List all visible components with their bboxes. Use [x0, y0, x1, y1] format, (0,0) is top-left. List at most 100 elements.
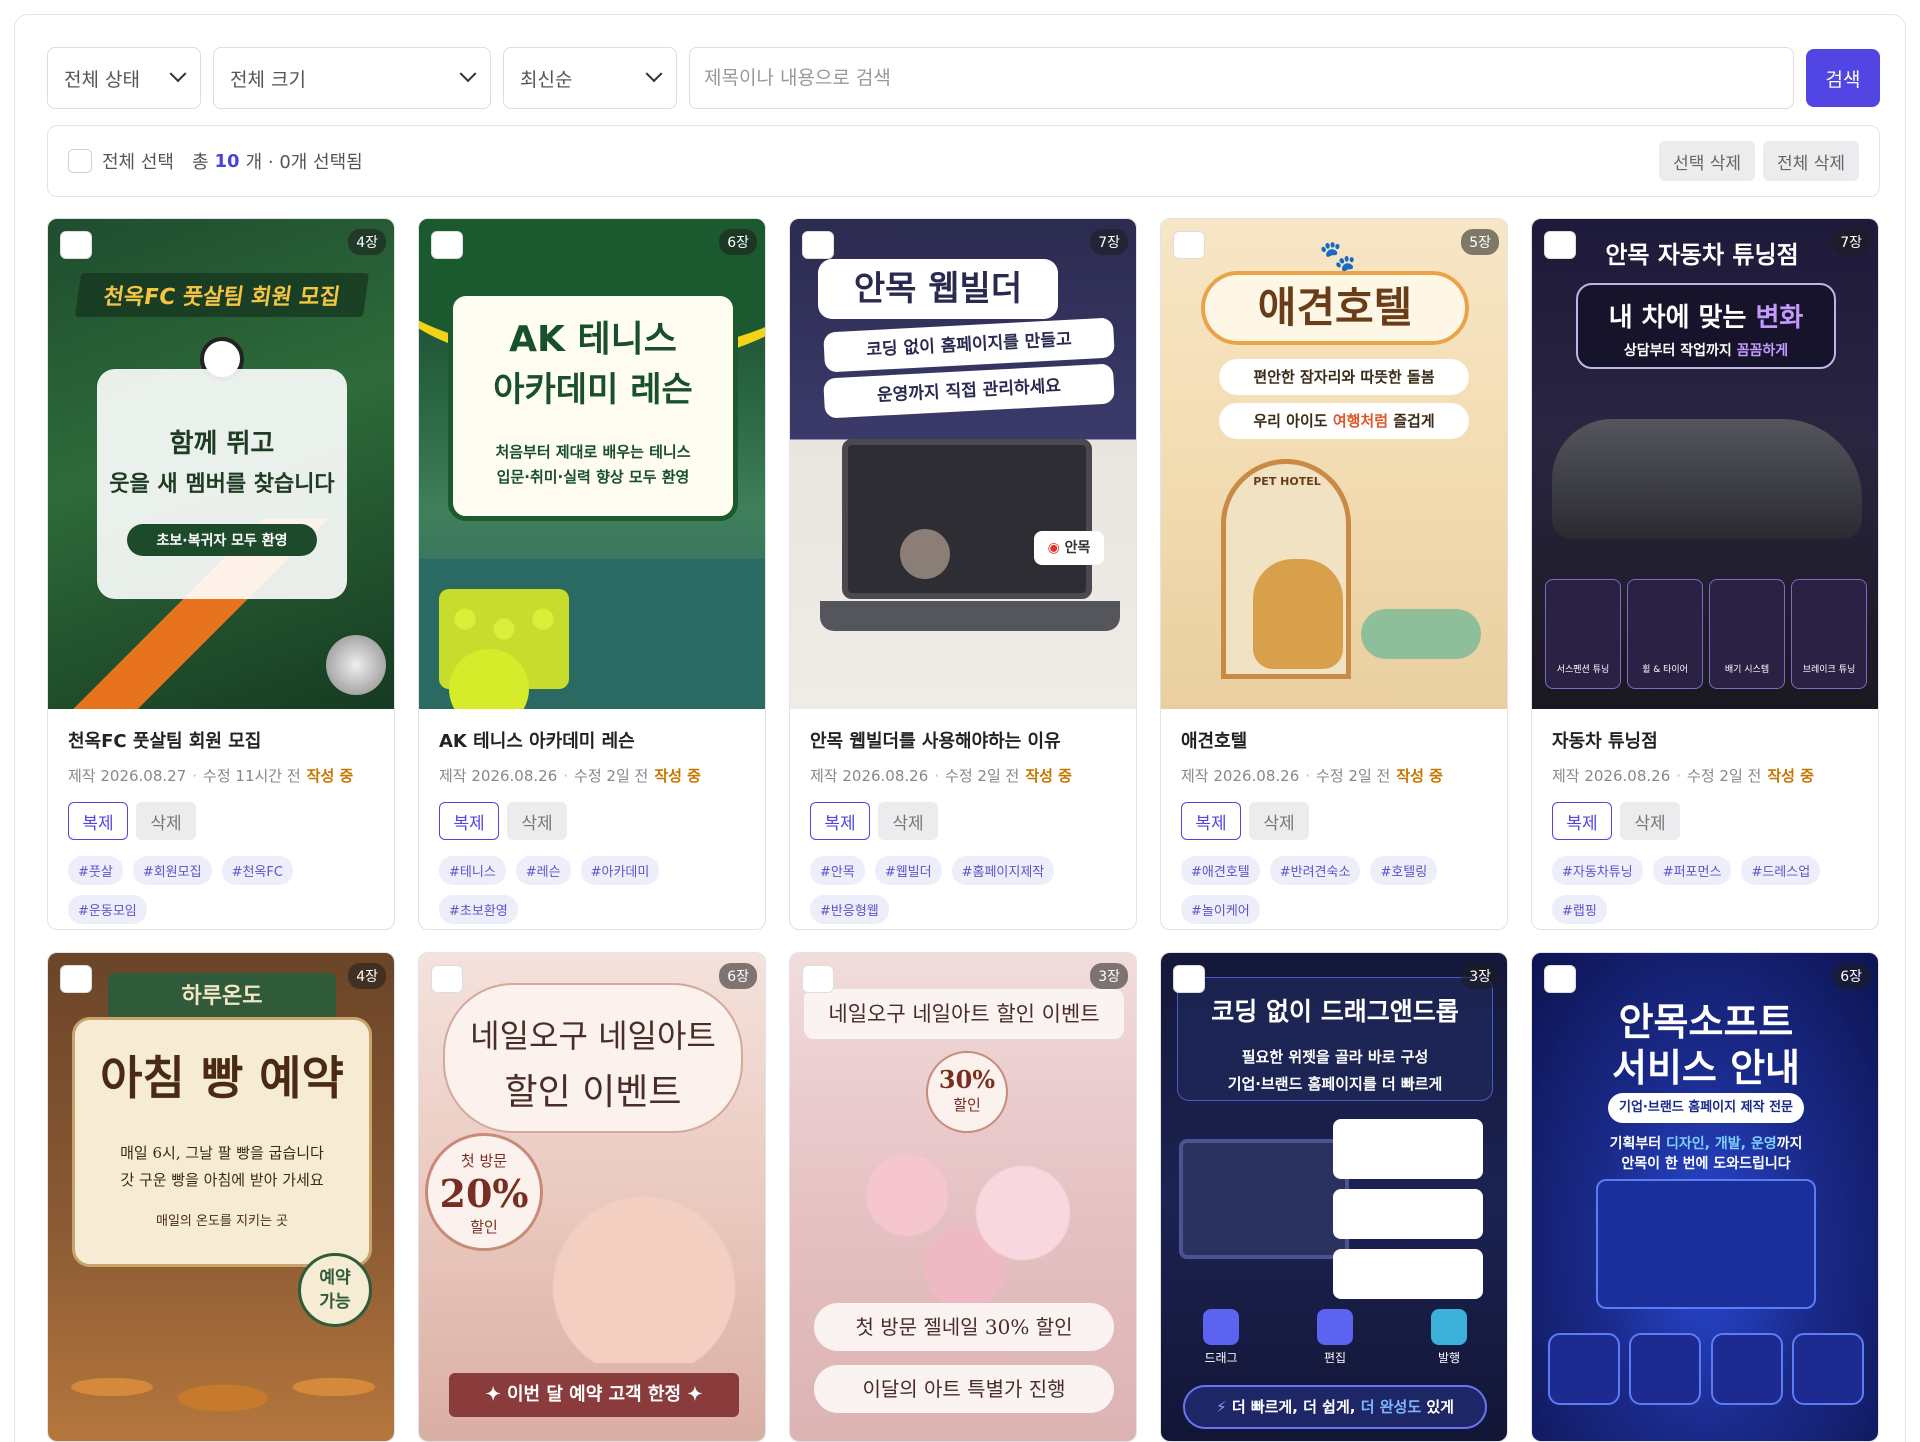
card-title: 천옥FC 풋살팀 회원 모집 [68, 731, 262, 752]
tag[interactable]: #천옥FC [221, 856, 293, 885]
select-all-label: 전체 선택 [102, 152, 174, 173]
paw-icon: 🐾 [1319, 239, 1357, 274]
card-checkbox[interactable] [1544, 965, 1576, 993]
tag[interactable]: #홈페이지제작 [951, 856, 1055, 885]
copy-button[interactable]: 복제 [439, 802, 499, 840]
card-thumbnail[interactable]: 안목 자동차 튜닝점 내 차에 맞는 변화 상담부터 작업까지 꼼꼼하게 서스펜… [1532, 219, 1878, 709]
status-badge: 작성 중 [1025, 767, 1072, 785]
tag[interactable]: #테니스 [439, 856, 506, 885]
tag[interactable]: #풋살 [68, 856, 123, 885]
exhaust-part: 배기 시스템 [1709, 579, 1785, 689]
delete-button[interactable]: 삭제 [1620, 802, 1680, 840]
project-card[interactable]: 안목 자동차 튜닝점 내 차에 맞는 변화 상담부터 작업까지 꼼꼼하게 서스펜… [1531, 218, 1879, 930]
page-count-badge: 3장 [1461, 963, 1499, 989]
card-thumbnail[interactable]: 안목 웹빌더 코딩 없이 홈페이지를 만들고 운영까지 직접 관리하세요 ◉ 안… [790, 219, 1136, 709]
project-card[interactable]: 🐾 애견호텔 편안한 잠자리와 따뜻한 돌봄 우리 아이도 여행처럼 즐겁게 P… [1160, 218, 1508, 930]
suspension-part: 서스펜션 튜닝 [1545, 579, 1621, 689]
card-checkbox[interactable] [60, 231, 92, 259]
tag[interactable]: #드레스업 [1741, 856, 1821, 885]
card-thumbnail[interactable]: 네일오구 네일아트 할인 이벤트 첫 방문 20% 할인 ✦ 이번 달 예약 고… [419, 953, 765, 1441]
logo-badge: ◉ 안목 [1034, 531, 1104, 565]
tag[interactable]: #놀이케어 [1181, 895, 1260, 924]
code-icon [1710, 1333, 1783, 1405]
card-checkbox[interactable] [802, 965, 834, 993]
wheel-part: 휠 & 타이어 [1627, 579, 1703, 689]
page-count-badge: 6장 [719, 963, 757, 989]
card-checkbox[interactable] [431, 965, 463, 993]
status-select[interactable]: 전체 상태 [47, 47, 201, 109]
card-checkbox[interactable] [802, 231, 834, 259]
drag-step: 드래그 [1191, 1309, 1251, 1369]
project-card[interactable]: AK 테니스 아카데미 레슨 처음부터 제대로 배우는 테니스 입문·취미·실력… [418, 218, 766, 930]
card-meta: 제작 2026.08.26 · 수정 2일 전 작성 중 [810, 767, 1072, 785]
select-all-checkbox[interactable] [68, 149, 92, 173]
pencil-icon [1317, 1309, 1353, 1345]
copy-button[interactable]: 복제 [1552, 802, 1612, 840]
tag[interactable]: #자동차튜닝 [1552, 856, 1643, 885]
card-thumbnail[interactable]: 코딩 없이 드래그앤드롭 필요한 위젯을 골라 바로 구성 기업·브랜드 홈페이… [1161, 953, 1507, 1441]
project-card[interactable]: 네일오구 네일아트 할인 이벤트 첫 방문 20% 할인 ✦ 이번 달 예약 고… [418, 952, 766, 1442]
tag[interactable]: #웹빌더 [874, 856, 942, 885]
page-count-badge: 5장 [1461, 229, 1499, 255]
delete-button[interactable]: 삭제 [136, 802, 196, 840]
status-badge: 작성 중 [1396, 767, 1443, 785]
tag[interactable]: #애견호텔 [1181, 856, 1260, 885]
card-checkbox[interactable] [1173, 231, 1205, 259]
card-thumbnail[interactable]: AK 테니스 아카데미 레슨 처음부터 제대로 배우는 테니스 입문·취미·실력… [419, 219, 765, 709]
tag[interactable]: #반려견숙소 [1269, 856, 1361, 885]
tag[interactable]: #안목 [810, 856, 865, 885]
tag-list: #테니스 #레슨 #아카데미 #초보환영 [439, 856, 745, 924]
tag[interactable]: #운동모임 [68, 895, 147, 924]
project-card[interactable]: 천옥FC 풋살팀 회원 모집 함께 뛰고 웃을 새 멤버를 찾습니다 초보·복귀… [47, 218, 395, 930]
publish-step: 발행 [1419, 1309, 1479, 1369]
delete-button[interactable]: 삭제 [878, 802, 938, 840]
card-thumbnail[interactable]: 🐾 애견호텔 편안한 잠자리와 따뜻한 돌봄 우리 아이도 여행처럼 즐겁게 P… [1161, 219, 1507, 709]
tag[interactable]: #레슨 [515, 856, 571, 885]
card-thumbnail[interactable]: 천옥FC 풋살팀 회원 모집 함께 뛰고 웃을 새 멤버를 찾습니다 초보·복귀… [48, 219, 394, 709]
delete-all-button[interactable]: 전체 삭제 [1763, 141, 1859, 181]
laptop-illustration [842, 439, 1092, 599]
card-checkbox[interactable] [1173, 965, 1205, 993]
project-card[interactable]: 안목 웹빌더 코딩 없이 홈페이지를 만들고 운영까지 직접 관리하세요 ◉ 안… [789, 218, 1137, 930]
brake-part: 브레이크 튜닝 [1791, 579, 1867, 689]
page-count-badge: 4장 [348, 229, 386, 255]
copy-button[interactable]: 복제 [68, 802, 128, 840]
tag[interactable]: #랩핑 [1552, 895, 1607, 924]
size-select[interactable]: 전체 크기 [213, 47, 491, 109]
card-checkbox[interactable] [1544, 231, 1576, 259]
tag[interactable]: #퍼포먼스 [1652, 856, 1732, 885]
status-badge: 작성 중 [1767, 767, 1814, 785]
tag[interactable]: #아카데미 [580, 856, 660, 885]
widget-panel [1333, 1249, 1483, 1299]
delete-button[interactable]: 삭제 [507, 802, 567, 840]
chevron-down-icon [459, 65, 477, 83]
page-count-badge: 4장 [348, 963, 386, 989]
search-button[interactable]: 검색 [1806, 49, 1880, 107]
bread-illustration [48, 1343, 394, 1441]
card-thumbnail[interactable]: 안목소프트 서비스 안내 기업·브랜드 홈페이지 제작 전문 기획부터 디자인,… [1532, 953, 1878, 1441]
discount-badge: 30% 할인 [926, 1051, 1008, 1133]
tag[interactable]: #회원모집 [132, 856, 212, 885]
tag[interactable]: #반응형웹 [810, 895, 889, 924]
tag[interactable]: #초보환영 [439, 895, 518, 924]
search-input[interactable] [689, 47, 1794, 109]
sort-select[interactable]: 최신순 [503, 47, 677, 109]
delete-button[interactable]: 삭제 [1249, 802, 1309, 840]
card-thumbnail[interactable]: 하루온도 아침 빵 예약 매일 6시, 그날 팔 빵을 굽습니다 갓 구운 빵을… [48, 953, 394, 1441]
project-card[interactable]: 코딩 없이 드래그앤드롭 필요한 위젯을 골라 바로 구성 기업·브랜드 홈페이… [1160, 952, 1508, 1442]
widget-panel [1333, 1189, 1483, 1239]
tag-list: #안목 #웹빌더 #홈페이지제작 #반응형웹 [810, 856, 1116, 924]
car-illustration [1552, 419, 1862, 539]
chevron-down-icon [645, 65, 663, 83]
card-checkbox[interactable] [431, 231, 463, 259]
reservation-badge: 예약 가능 [298, 1253, 372, 1327]
delete-selected-button[interactable]: 선택 삭제 [1659, 141, 1756, 181]
card-checkbox[interactable] [60, 965, 92, 993]
project-card[interactable]: 안목소프트 서비스 안내 기업·브랜드 홈페이지 제작 전문 기획부터 디자인,… [1531, 952, 1879, 1442]
copy-button[interactable]: 복제 [810, 802, 870, 840]
copy-button[interactable]: 복제 [1181, 802, 1241, 840]
tag[interactable]: #호텔링 [1370, 856, 1438, 885]
project-card[interactable]: 네일오구 네일아트 할인 이벤트 30% 할인 첫 방문 젤네일 30% 할인 … [789, 952, 1137, 1442]
project-card[interactable]: 하루온도 아침 빵 예약 매일 6시, 그날 팔 빵을 굽습니다 갓 구운 빵을… [47, 952, 395, 1442]
card-thumbnail[interactable]: 네일오구 네일아트 할인 이벤트 30% 할인 첫 방문 젤네일 30% 할인 … [790, 953, 1136, 1441]
